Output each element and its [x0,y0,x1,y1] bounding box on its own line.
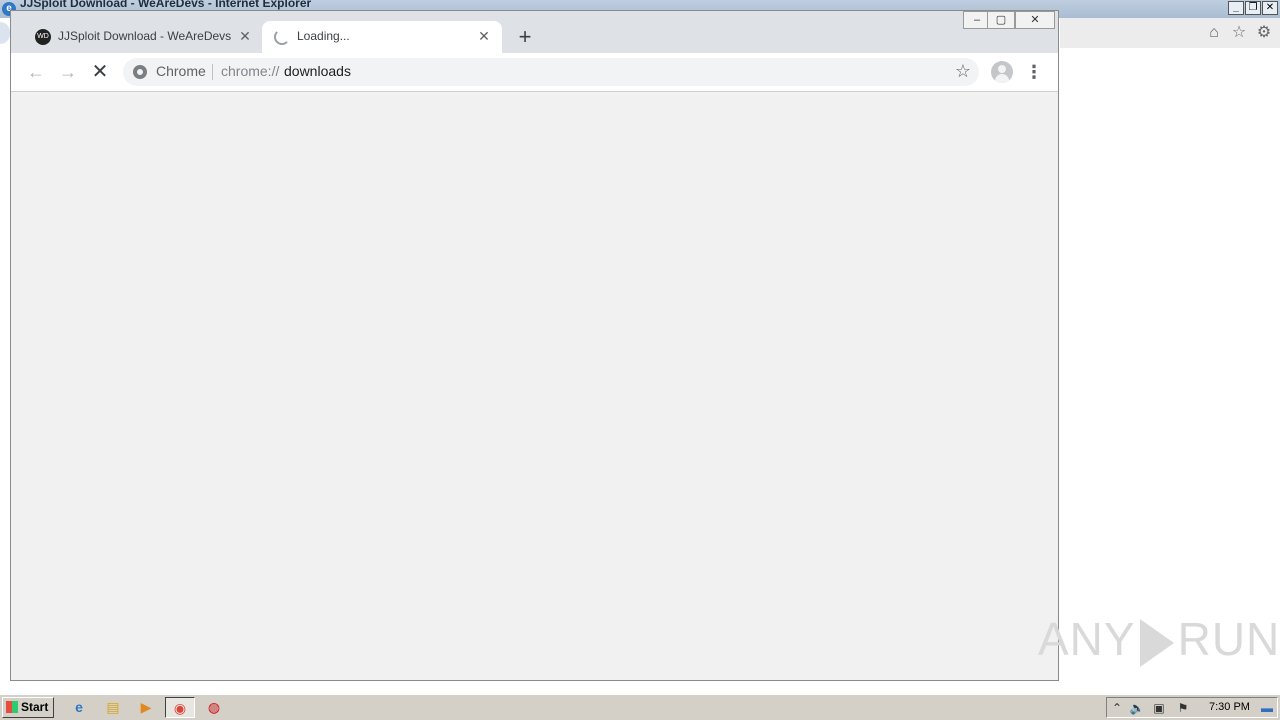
tab-close-icon[interactable]: ✕ [237,28,253,44]
opera-icon[interactable]: ◍ [199,697,229,718]
chrome-close-button[interactable]: ✕ [1015,11,1055,29]
clock[interactable]: 7:30 PM [1209,701,1250,713]
ie-command-bar: ⌂ ☆ ⚙ [1060,18,1280,48]
tab-title: JJSploit Download - WeAreDevs [58,29,232,43]
new-tab-button[interactable]: + [513,25,537,49]
anyrun-watermark-logo: ANY RUN [1038,612,1280,667]
ie-back-button[interactable] [0,22,10,44]
network-icon[interactable]: ▣ [1151,700,1167,716]
watermark-text-left: ANY [1038,613,1136,665]
ie-close-button[interactable]: ✕ [1262,1,1278,15]
home-icon[interactable]: ⌂ [1205,24,1223,42]
ie-restore-button[interactable]: ❐ [1245,1,1261,15]
address-chip: Chrome [156,63,206,79]
profile-avatar-icon[interactable] [991,61,1013,83]
loading-spinner-icon [274,29,290,45]
chrome-toolbar: ← → ✕ Chrome chrome:// downloads ☆ ⋮ [11,53,1058,92]
tab-close-icon[interactable]: ✕ [476,28,492,44]
show-desktop-icon[interactable]: ▬ [1259,700,1275,716]
start-button[interactable]: Start [2,697,54,718]
address-separator [212,64,213,80]
media-player-icon[interactable]: ▶ [131,697,161,718]
chrome-page-icon [133,65,147,79]
page-content [11,92,1058,680]
watermark-text-right: RUN [1177,613,1280,665]
chrome-window: – ▢ ✕ WD JJSploit Download - WeAreDevs ✕… [10,10,1059,681]
wearedevs-favicon-icon: WD [35,29,51,45]
url-host: downloads [284,63,351,79]
windows-logo-icon [6,701,18,713]
chrome-icon[interactable]: ◉ [165,697,195,718]
tab-jjsploit[interactable]: WD JJSploit Download - WeAreDevs ✕ [23,21,263,53]
system-tray: ⌃ 🔈 ▣ ⚑ 7:30 PM ▬ [1106,697,1278,718]
favorites-star-icon[interactable]: ☆ [1230,24,1248,42]
tab-title: Loading... [297,29,350,43]
url-scheme: chrome:// [221,63,280,79]
ie-minimize-button[interactable]: _ [1228,1,1244,15]
file-explorer-icon[interactable]: ▤ [98,697,128,718]
more-menu-icon[interactable]: ⋮ [1025,60,1043,84]
back-arrow-icon[interactable]: ← [24,60,48,84]
address-bar[interactable]: Chrome chrome:// downloads ☆ [123,58,979,86]
action-center-flag-icon[interactable]: ⚑ [1175,700,1191,716]
play-icon [1139,618,1174,667]
chrome-maximize-button[interactable]: ▢ [987,11,1015,29]
forward-arrow-icon[interactable]: → [56,60,80,84]
internet-explorer-icon[interactable]: e [64,697,94,718]
tab-loading[interactable]: Loading... ✕ [262,21,502,53]
taskbar: Start e ▤ ▶ ◉ ◍ ⌃ 🔈 ▣ ⚑ 7:30 PM ▬ [0,694,1280,720]
start-label: Start [21,700,49,714]
bookmark-star-icon[interactable]: ☆ [955,61,971,82]
volume-icon[interactable]: 🔈 [1129,700,1145,716]
stop-loading-icon[interactable]: ✕ [88,60,112,84]
settings-gear-icon[interactable]: ⚙ [1255,24,1273,42]
show-hidden-icons-icon[interactable]: ⌃ [1109,700,1125,716]
